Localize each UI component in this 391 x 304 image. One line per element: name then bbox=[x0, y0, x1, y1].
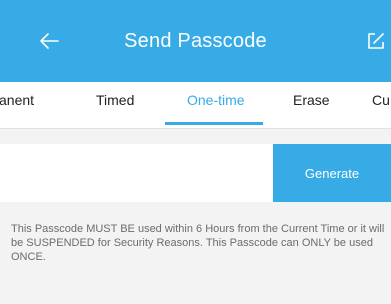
passcode-field[interactable] bbox=[0, 144, 273, 202]
passcode-note: This Passcode MUST BE used within 6 Hour… bbox=[11, 223, 385, 263]
app-header: Send Passcode bbox=[0, 0, 391, 82]
tab-custom[interactable]: Cu bbox=[372, 82, 390, 128]
tab-permanent[interactable]: anent bbox=[0, 82, 34, 128]
generate-row: Generate bbox=[0, 144, 391, 202]
arrow-left-icon bbox=[40, 33, 59, 49]
tab-erase[interactable]: Erase bbox=[293, 82, 330, 128]
edit-icon bbox=[368, 33, 384, 49]
tab-timed[interactable]: Timed bbox=[96, 82, 134, 128]
back-button[interactable] bbox=[36, 28, 62, 54]
passcode-type-tabs: anent Timed One-time Erase Cu bbox=[0, 82, 391, 129]
edit-button[interactable] bbox=[366, 28, 391, 54]
active-tab-indicator bbox=[165, 122, 263, 125]
generate-button[interactable]: Generate bbox=[273, 144, 391, 202]
